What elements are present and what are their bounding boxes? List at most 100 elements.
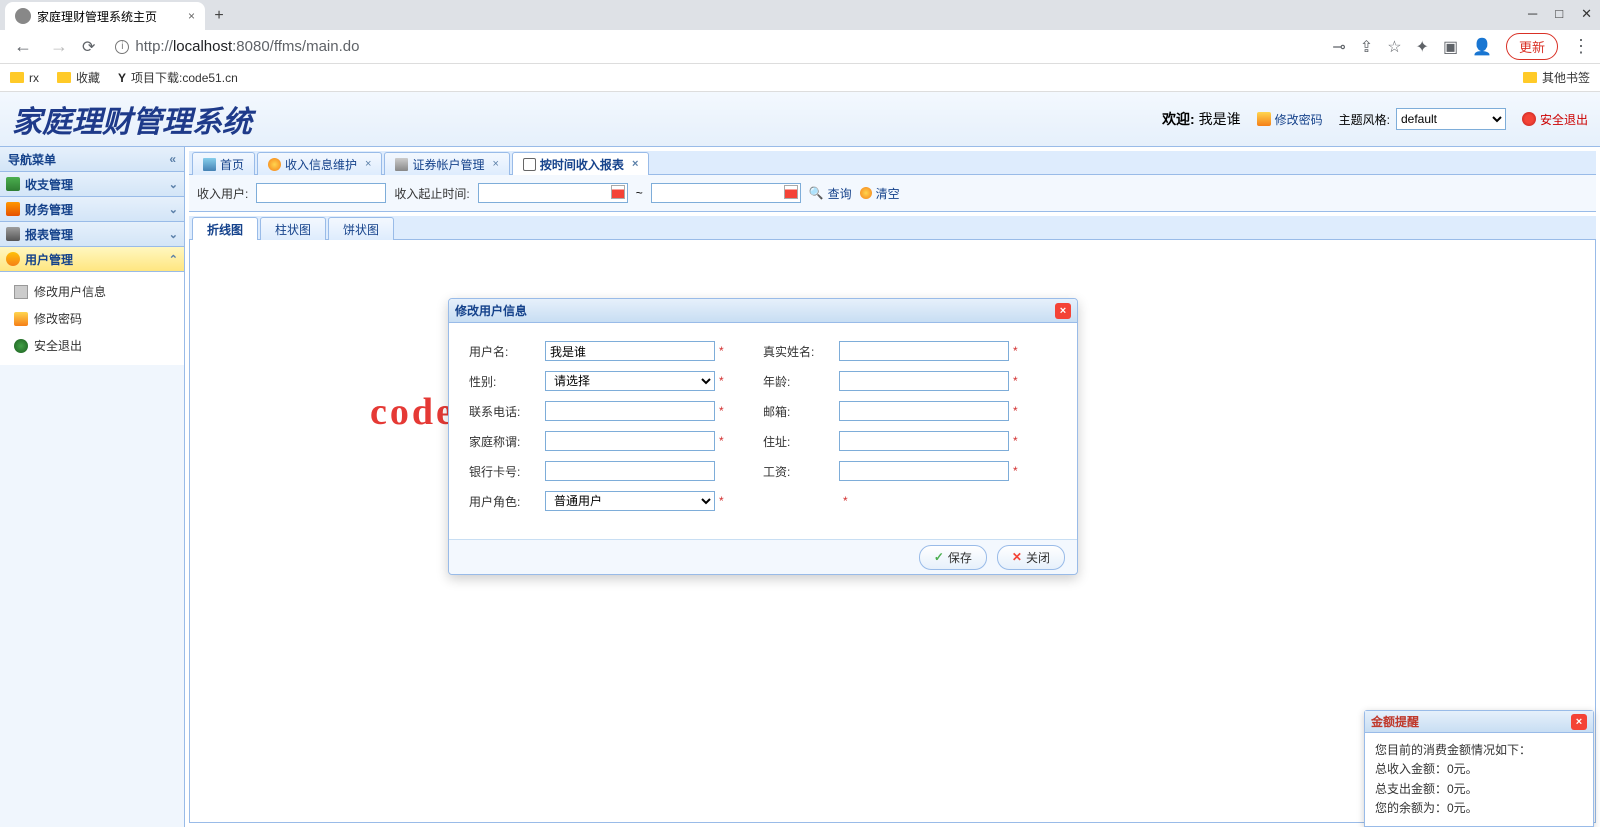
window-maximize-icon[interactable]: □: [1555, 6, 1563, 22]
calendar-icon[interactable]: [611, 185, 625, 199]
required-mark: *: [1013, 404, 1018, 418]
theme-select[interactable]: default: [1396, 108, 1506, 130]
age-field[interactable]: [839, 371, 1009, 391]
date-from-input[interactable]: [478, 183, 628, 203]
tab-time-income-report[interactable]: 按时间收入报表 ×: [512, 152, 649, 175]
app-title: 家庭理财管理系统: [12, 97, 252, 141]
menu-change-password[interactable]: 修改密码: [0, 305, 184, 332]
profile-icon[interactable]: 👤: [1472, 37, 1492, 57]
dialog-body: 用户名: * 真实姓名: * 性别: 请选择 * 年龄: *: [449, 323, 1077, 540]
window-controls: ─ □ ✕: [1528, 0, 1600, 22]
browser-tab-bar: 家庭理财管理系统主页 × + ─ □ ✕: [0, 0, 1600, 30]
update-button[interactable]: 更新: [1506, 33, 1558, 60]
subtab-line[interactable]: 折线图: [192, 217, 258, 240]
sidebar: 导航菜单 « 收支管理 ⌄ 财务管理 ⌄ 报表管理 ⌄ 用户管理 ⌃ 修改用户信…: [0, 147, 185, 827]
tab-close-icon[interactable]: ×: [188, 9, 195, 23]
logout-label: 安全退出: [1540, 111, 1588, 128]
address-bar-actions: ⊸ ⇪ ☆ ✦ ▣ 👤 更新 ⋮: [1332, 33, 1590, 60]
address-label: 住址:: [763, 433, 839, 450]
power-icon: [1522, 112, 1536, 126]
bookmark-code51[interactable]: Y项目下载:code51.cn: [118, 69, 238, 86]
key-icon[interactable]: ⊸: [1332, 37, 1345, 57]
search-button[interactable]: 🔍 查询: [809, 185, 852, 202]
tab-home[interactable]: 首页: [192, 152, 255, 175]
close-button[interactable]: ✕ 关闭: [997, 545, 1065, 570]
exit-icon: [14, 339, 28, 353]
main-tabs: 首页 收入信息维护 × 证券帐户管理 × 按时间收入报表 ×: [189, 151, 1596, 175]
star-icon[interactable]: ☆: [1387, 37, 1401, 57]
folder-icon: [1523, 72, 1537, 83]
menu-item-label: 修改用户信息: [34, 283, 106, 300]
gender-select[interactable]: 请选择: [545, 371, 715, 391]
realname-label: 真实姓名:: [763, 343, 839, 360]
nav-back-icon[interactable]: ←: [10, 36, 36, 57]
accordion-report[interactable]: 报表管理 ⌄: [0, 222, 184, 247]
subtab-bar[interactable]: 柱状图: [260, 217, 326, 240]
tab-income-maintenance[interactable]: 收入信息维护 ×: [257, 152, 382, 175]
tab-close-icon[interactable]: ×: [365, 158, 371, 170]
accordion-income-expense[interactable]: 收支管理 ⌄: [0, 172, 184, 197]
dialog-footer: ✓ 保存 ✕ 关闭: [449, 540, 1077, 574]
reminder-title-bar[interactable]: 金额提醒 ×: [1365, 711, 1593, 733]
accordion-user[interactable]: 用户管理 ⌃: [0, 247, 184, 272]
menu-edit-user-info[interactable]: 修改用户信息: [0, 278, 184, 305]
menu-kebab-icon[interactable]: ⋮: [1572, 36, 1590, 57]
site-info-icon[interactable]: i: [115, 40, 129, 54]
share-icon[interactable]: ⇪: [1360, 37, 1373, 57]
username-field[interactable]: [545, 341, 715, 361]
collapse-icon[interactable]: «: [169, 152, 176, 166]
theme-selector: 主题风格: default: [1339, 108, 1506, 130]
dialog-title-bar[interactable]: 修改用户信息 ×: [449, 299, 1077, 323]
range-separator: ~: [636, 186, 643, 200]
address-field[interactable]: [839, 431, 1009, 451]
extensions-icon[interactable]: ✦: [1416, 37, 1429, 57]
tab-close-icon[interactable]: ×: [492, 158, 498, 170]
family-title-field[interactable]: [545, 431, 715, 451]
welcome-label: 欢迎:: [1162, 111, 1195, 127]
dialog-close-icon[interactable]: ×: [1055, 303, 1071, 319]
save-button[interactable]: ✓ 保存: [919, 545, 987, 570]
menu-logout[interactable]: 安全退出: [0, 332, 184, 359]
bookmark-rx[interactable]: rx: [10, 71, 39, 85]
required-mark: *: [1013, 434, 1018, 448]
tab-stock-account[interactable]: 证券帐户管理 ×: [384, 152, 509, 175]
salary-field[interactable]: [839, 461, 1009, 481]
bank-card-field[interactable]: [545, 461, 715, 481]
logout-link[interactable]: 安全退出: [1522, 111, 1588, 128]
window-minimize-icon[interactable]: ─: [1528, 6, 1537, 22]
clear-button[interactable]: 清空: [860, 185, 900, 202]
bookmark-label: 其他书签: [1542, 69, 1590, 86]
accordion-finance[interactable]: 财务管理 ⌄: [0, 197, 184, 222]
realname-field[interactable]: [839, 341, 1009, 361]
date-to-wrapper: [651, 183, 801, 203]
new-tab-button[interactable]: +: [205, 2, 233, 30]
telephone-label: 联系电话:: [469, 403, 545, 420]
reminder-close-icon[interactable]: ×: [1571, 714, 1587, 730]
nav-forward-icon[interactable]: →: [46, 36, 72, 57]
window-close-icon[interactable]: ✕: [1581, 6, 1592, 22]
email-field[interactable]: [839, 401, 1009, 421]
browser-tab-active[interactable]: 家庭理财管理系统主页 ×: [5, 2, 205, 30]
panel-icon[interactable]: ▣: [1443, 37, 1458, 57]
welcome-user: 我是谁: [1199, 111, 1241, 127]
bookmark-other[interactable]: 其他书签: [1523, 69, 1590, 86]
url-box[interactable]: i http://localhost:8080/ffms/main.do: [105, 38, 1322, 55]
dialog-title: 修改用户信息: [455, 302, 527, 319]
calendar-icon[interactable]: [784, 185, 798, 199]
theme-label: 主题风格:: [1339, 111, 1390, 128]
required-mark: *: [719, 434, 724, 448]
date-to-input[interactable]: [651, 183, 801, 203]
subtab-pie[interactable]: 饼状图: [328, 217, 394, 240]
search-label: 查询: [828, 185, 852, 202]
tab-close-icon[interactable]: ×: [632, 158, 638, 170]
user-filter-input[interactable]: [256, 183, 386, 203]
bookmark-fav[interactable]: 收藏: [57, 69, 100, 86]
reminder-title: 金额提醒: [1371, 713, 1419, 730]
reload-icon[interactable]: ⟳: [82, 37, 95, 57]
telephone-field[interactable]: [545, 401, 715, 421]
role-select[interactable]: 普通用户: [545, 491, 715, 511]
doc-icon: [395, 158, 408, 171]
reminder-line: 您的余额为：0元。: [1375, 799, 1583, 818]
change-password-link[interactable]: 修改密码: [1257, 111, 1323, 128]
close-label: 关闭: [1026, 549, 1050, 566]
